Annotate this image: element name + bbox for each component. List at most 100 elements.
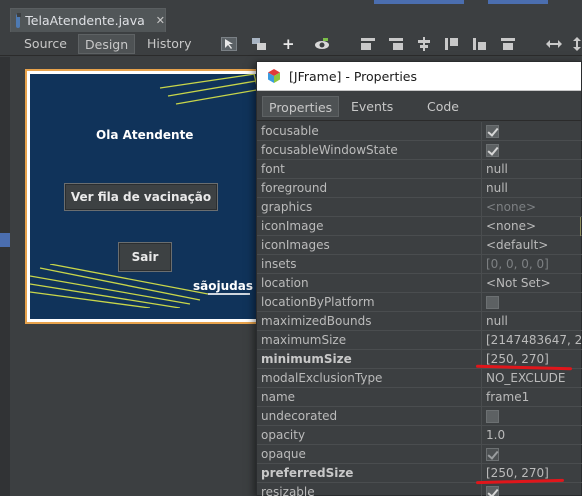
connection-mode-icon[interactable] [251, 37, 267, 51]
tab-properties[interactable]: Properties [262, 96, 340, 117]
design-toolbar: Source Design History + [0, 32, 582, 56]
property-name: minimumSize [261, 352, 352, 366]
property-value[interactable]: null [486, 312, 508, 331]
property-row-iconimages[interactable]: iconImages <default> [257, 236, 582, 255]
gutter-marker [0, 233, 10, 247]
decorative-lines-top [159, 74, 260, 105]
property-name: opaque [261, 447, 306, 461]
property-value[interactable]: null [486, 179, 508, 198]
property-value[interactable]: NO_EXCLUDE [486, 369, 565, 388]
resize-vertical-icon[interactable] [572, 37, 582, 51]
column-divider [481, 122, 482, 141]
resize-horizontal-icon[interactable] [545, 37, 562, 51]
column-divider [481, 407, 482, 426]
property-name: iconImages [261, 238, 330, 252]
property-row-insets[interactable]: insets [0, 0, 0, 0] [257, 255, 582, 274]
property-value[interactable]: <Not Set> [486, 274, 551, 293]
property-name: location [261, 276, 309, 290]
form-title: Ola Atendente [96, 128, 194, 142]
column-divider [481, 483, 482, 496]
property-name: iconImage [261, 219, 324, 233]
property-row-iconimage[interactable]: iconImage <none> [257, 217, 582, 236]
property-row-undecorated[interactable]: undecorated [257, 407, 582, 426]
column-divider [481, 274, 482, 293]
java-file-icon [16, 12, 22, 28]
align-left-icon[interactable] [360, 37, 376, 51]
property-checkbox[interactable] [486, 486, 499, 496]
property-row-font[interactable]: font null [257, 160, 582, 179]
column-divider [481, 141, 482, 160]
column-divider [481, 255, 482, 274]
column-divider [481, 388, 482, 407]
design-tab[interactable]: Design [78, 34, 136, 54]
property-row-opaque[interactable]: opaque [257, 445, 582, 464]
properties-title-bar[interactable]: [JFrame] - Properties [257, 62, 581, 91]
property-value[interactable]: [0, 0, 0, 0] [486, 255, 549, 274]
property-checkbox[interactable] [486, 125, 499, 138]
property-row-locationbyplatform[interactable]: locationByPlatform [257, 293, 582, 312]
property-row-resizable[interactable]: resizable [257, 483, 582, 496]
column-divider [481, 160, 482, 179]
column-divider [481, 312, 482, 331]
center-horizontally-icon[interactable] [416, 37, 432, 51]
tab-code[interactable]: Code [421, 96, 465, 117]
active-indicator-2 [488, 0, 548, 4]
property-value[interactable]: null [486, 160, 508, 179]
property-row-focusable[interactable]: focusable [257, 122, 582, 141]
property-name: opacity [261, 428, 306, 442]
property-name: locationByPlatform [261, 295, 375, 309]
add-icon[interactable]: + [282, 35, 298, 53]
property-value[interactable]: [2147483647, 214 [486, 331, 582, 350]
selection-mode-icon[interactable] [221, 37, 237, 51]
property-name: preferredSize [261, 466, 354, 480]
align-bottom-icon[interactable] [472, 37, 488, 51]
property-row-modalexclusiontype[interactable]: modalExclusionType NO_EXCLUDE [257, 369, 582, 388]
property-name: resizable [261, 485, 315, 496]
align-right-icon[interactable] [388, 37, 404, 51]
property-row-focusablewindowstate[interactable]: focusableWindowState [257, 141, 582, 160]
property-value[interactable]: 1.0 [486, 426, 505, 445]
left-gutter [0, 57, 10, 496]
column-divider [481, 198, 482, 217]
preview-design-icon[interactable] [314, 37, 330, 51]
property-row-graphics[interactable]: graphics <none> [257, 198, 582, 217]
property-value[interactable]: frame1 [486, 388, 529, 407]
property-name: focusable [261, 124, 319, 138]
editor-tab-telaatendente[interactable]: TelaAtendente.java ✕ [10, 8, 166, 32]
property-row-maximumsize[interactable]: maximumSize [2147483647, 214 [257, 331, 582, 350]
netbeans-cube-icon [268, 69, 280, 83]
property-checkbox[interactable] [486, 144, 499, 157]
tab-events[interactable]: Events [345, 96, 399, 117]
property-row-name[interactable]: name frame1 [257, 388, 582, 407]
column-divider [481, 293, 482, 312]
property-row-foreground[interactable]: foreground null [257, 179, 582, 198]
property-row-maximizedbounds[interactable]: maximizedBounds null [257, 312, 582, 331]
center-vertically-icon[interactable] [500, 37, 516, 51]
property-value[interactable]: <none> [486, 217, 536, 236]
property-checkbox[interactable] [486, 296, 499, 309]
column-divider [481, 217, 482, 236]
property-name: focusableWindowState [261, 143, 398, 157]
property-name: modalExclusionType [261, 371, 383, 385]
queue-button[interactable]: Ver fila de vacinação [64, 183, 218, 211]
property-name: foreground [261, 181, 328, 195]
source-tab[interactable]: Source [18, 34, 73, 54]
property-name: insets [261, 257, 297, 271]
close-tab-icon[interactable]: ✕ [156, 14, 165, 27]
form-background: Ola Atendente Ver fila de vacinação Sair… [30, 74, 260, 319]
property-checkbox[interactable] [486, 410, 499, 423]
property-value[interactable]: <default> [486, 236, 548, 255]
column-divider [481, 331, 482, 350]
properties-tabs: Properties Events Code [257, 91, 581, 121]
property-name: font [261, 162, 285, 176]
property-value[interactable]: <none> [486, 198, 536, 217]
column-divider [481, 179, 482, 198]
property-row-opacity[interactable]: opacity 1.0 [257, 426, 582, 445]
property-checkbox[interactable] [486, 448, 499, 461]
properties-window: [JFrame] - Properties Properties Events … [256, 61, 582, 496]
jframe-design-preview[interactable]: Ola Atendente Ver fila de vacinação Sair… [25, 69, 265, 324]
history-tab[interactable]: History [141, 34, 197, 54]
property-row-location[interactable]: location <Not Set> [257, 274, 582, 293]
property-name: maximizedBounds [261, 314, 372, 328]
align-top-icon[interactable] [444, 37, 460, 51]
